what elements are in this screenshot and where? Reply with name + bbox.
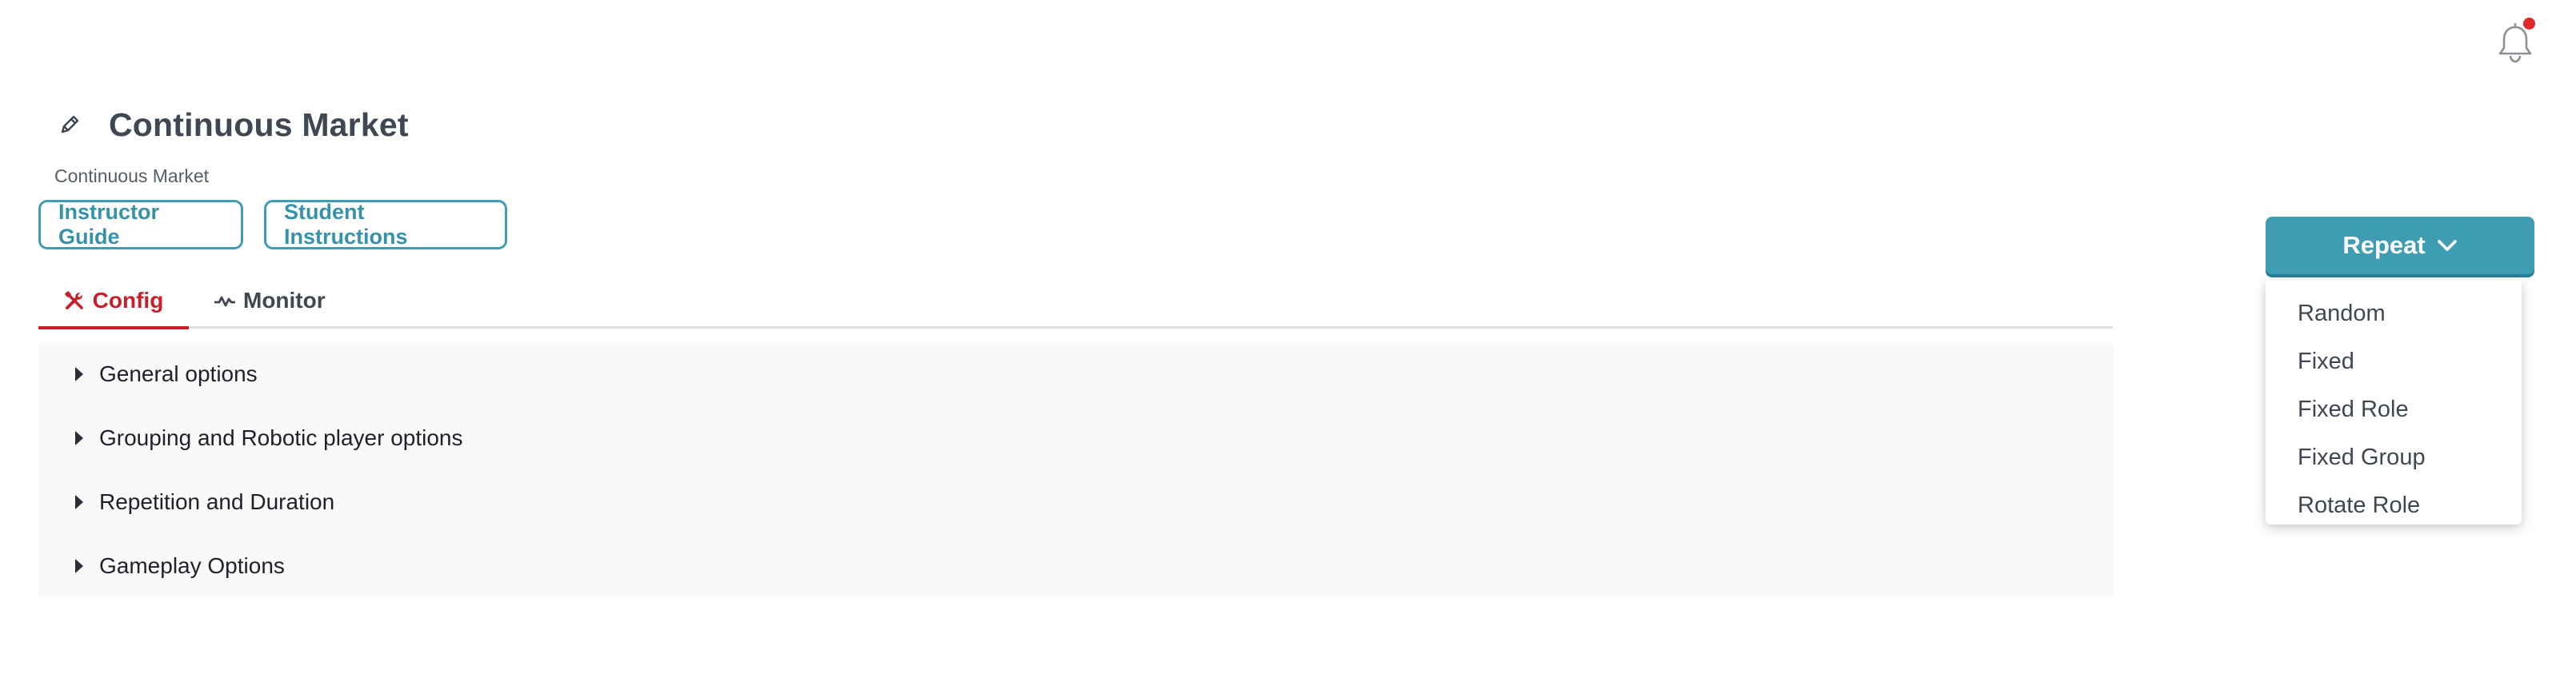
caret-right-icon	[75, 431, 83, 445]
notification-dot	[2523, 18, 2535, 30]
section-general-options[interactable]: General options	[38, 342, 2113, 406]
menu-item-fixed[interactable]: Fixed	[2266, 337, 2522, 385]
pencil-icon[interactable]	[58, 113, 82, 137]
menu-item-random[interactable]: Random	[2266, 289, 2522, 337]
menu-item-fixed-role[interactable]: Fixed Role	[2266, 385, 2522, 433]
tab-bar: Config Monitor	[38, 275, 2113, 329]
tab-monitor[interactable]: Monitor	[214, 275, 326, 326]
menu-item-fixed-group[interactable]: Fixed Group	[2266, 433, 2522, 481]
repeat-dropdown-button[interactable]: Repeat	[2266, 217, 2534, 274]
title-row: Continuous Market	[58, 102, 409, 147]
menu-item-rotate-role[interactable]: Rotate Role	[2266, 481, 2522, 529]
page-subtitle: Continuous Market	[54, 166, 210, 186]
section-label: General options	[99, 361, 258, 386]
section-repetition-duration[interactable]: Repetition and Duration	[38, 470, 2113, 534]
repeat-dropdown-menu: Random Fixed Fixed Role Fixed Group Rota…	[2266, 280, 2522, 524]
section-grouping-robotic[interactable]: Grouping and Robotic player options	[38, 406, 2113, 470]
instructor-guide-button[interactable]: Instructor Guide	[38, 200, 243, 249]
caret-right-icon	[75, 367, 83, 381]
tab-config-label: Config	[92, 288, 164, 313]
tab-monitor-label: Monitor	[243, 288, 326, 313]
section-gameplay-options[interactable]: Gameplay Options	[38, 534, 2113, 598]
caret-right-icon	[75, 559, 83, 573]
page: Continuous Market Continuous Market Inst…	[0, 0, 2576, 686]
caret-right-icon	[75, 495, 83, 509]
section-label: Repetition and Duration	[99, 489, 335, 514]
tab-config[interactable]: Config	[38, 275, 189, 329]
activity-icon	[214, 296, 235, 307]
repeat-label: Repeat	[2342, 231, 2426, 259]
config-sections: General options Grouping and Robotic pla…	[38, 342, 2113, 598]
student-instructions-button[interactable]: Student Instructions	[264, 200, 507, 249]
chevron-down-icon	[2437, 240, 2457, 251]
page-title: Continuous Market	[109, 106, 409, 143]
tools-icon	[64, 291, 83, 309]
section-label: Gameplay Options	[99, 553, 285, 578]
section-label: Grouping and Robotic player options	[99, 425, 463, 450]
